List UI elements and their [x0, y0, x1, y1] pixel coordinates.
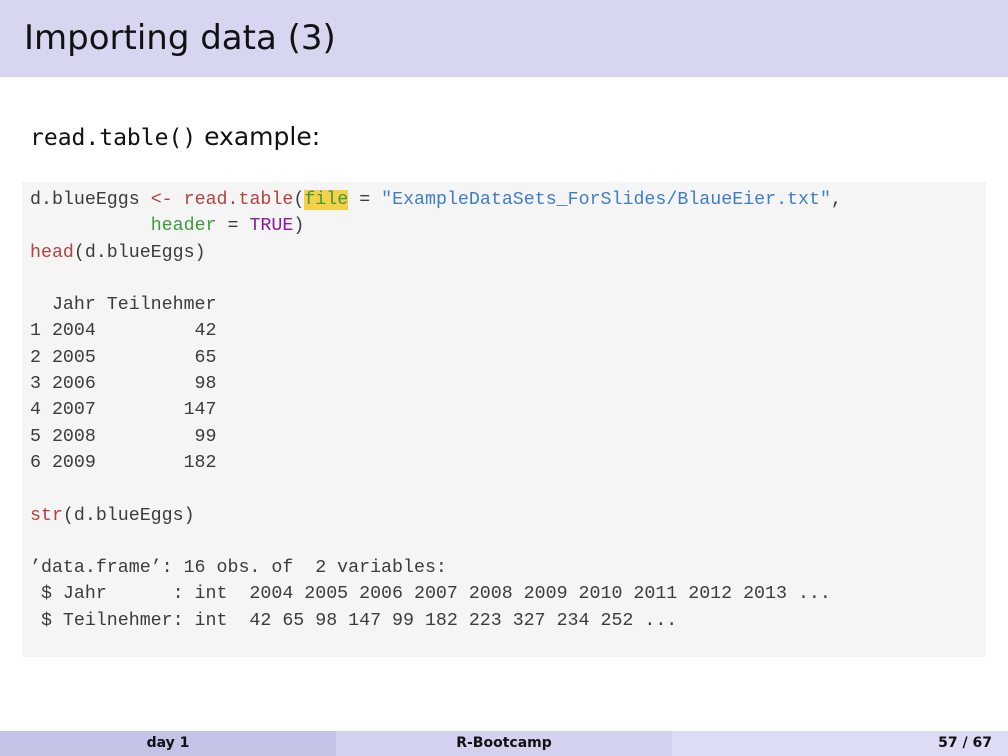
- slide-subtitle: read.table() example:: [30, 122, 320, 151]
- footer-page-cell: 57 / 67: [672, 731, 1008, 756]
- code-comma: ,: [830, 190, 842, 210]
- head-output-line: 2 2005 65: [30, 347, 217, 368]
- str-output-line: $ Teilnehmer: int 42 65 98 147 99 182 22…: [30, 610, 678, 631]
- code-keyword-true: TRUE: [249, 216, 294, 237]
- head-output-line: 3 2006 98: [30, 374, 217, 395]
- code-var: d.blueEggs: [30, 190, 151, 210]
- head-output-line: 1 2004 42: [30, 321, 217, 342]
- slide-footer: day 1 R-Bootcamp 57 / 67: [0, 731, 1008, 756]
- code-function-head: head: [30, 242, 74, 263]
- code-paren: (: [293, 190, 305, 210]
- code-equals: =: [216, 216, 250, 237]
- str-output-line: ’data.frame’: 16 obs. of 2 variables:: [30, 558, 447, 579]
- head-output-line: 4 2007 147: [30, 400, 217, 421]
- head-output-line: 6 2009 182: [30, 452, 217, 473]
- head-output-line: 5 2008 99: [30, 426, 217, 447]
- code-argument-file: file: [304, 190, 349, 210]
- footer-session: day 1: [0, 731, 336, 756]
- subtitle-text: example:: [196, 122, 321, 151]
- code-argument-header: header: [150, 216, 217, 237]
- code-function-read-table: read.table: [183, 190, 294, 210]
- subtitle-code: read.table(): [30, 125, 197, 151]
- code-assign-operator: <-: [150, 190, 173, 210]
- footer-page-number: 57 / 67: [938, 735, 992, 751]
- code-listing: d.blueEggs <- read.table(file = "Example…: [30, 187, 842, 634]
- head-output-line: Jahr Teilnehmer: [30, 295, 217, 316]
- code-head-args: (d.blueEggs): [73, 242, 206, 263]
- slide-title: Importing data (3): [24, 18, 336, 58]
- code-string-path: "ExampleDataSets_ForSlides/BlaueEier.txt…: [381, 190, 831, 210]
- code-block: d.blueEggs <- read.table(file = "Example…: [22, 182, 986, 657]
- code-function-str: str: [30, 505, 63, 526]
- footer-course-title: R-Bootcamp: [336, 731, 672, 756]
- code-equals: =: [348, 190, 382, 210]
- slide-header: Importing data (3): [0, 0, 1008, 77]
- str-output-line: $ Jahr : int 2004 2005 2006 2007 2008 20…: [30, 584, 831, 605]
- code-str-args: (d.blueEggs): [62, 505, 195, 526]
- code-close-paren: ): [293, 216, 305, 237]
